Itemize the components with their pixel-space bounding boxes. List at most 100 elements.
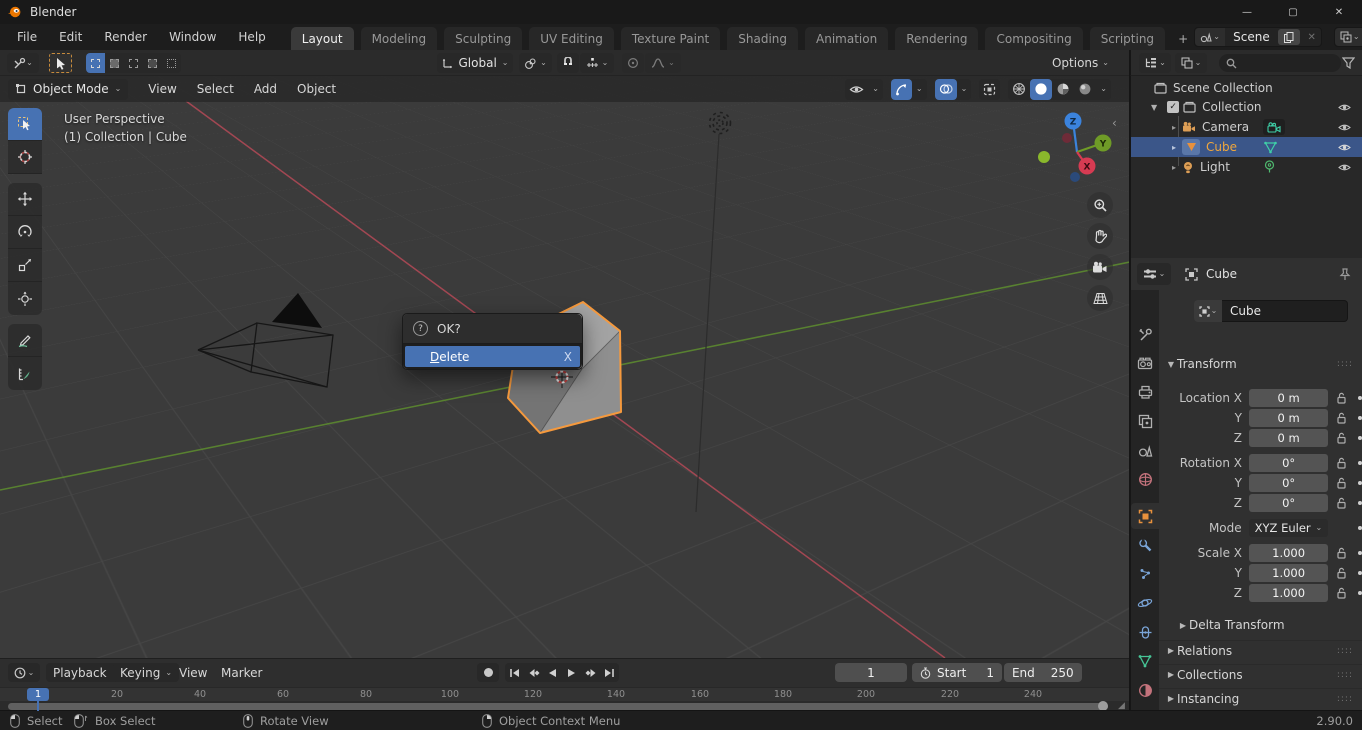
tab-texture-paint[interactable]: Texture Paint — [621, 27, 720, 50]
next-keyframe-button[interactable] — [581, 663, 600, 682]
menu-select[interactable]: Select — [187, 82, 244, 96]
tab-layout[interactable]: Layout — [291, 27, 354, 50]
pivot-point-dropdown[interactable]: ⌄ — [519, 53, 552, 73]
view-layer-browse-button[interactable]: ⌄ — [1335, 28, 1362, 46]
prev-keyframe-button[interactable] — [524, 663, 543, 682]
lock-icon[interactable] — [1336, 497, 1347, 509]
animate-dot[interactable] — [1358, 501, 1362, 505]
tool-transform[interactable] — [8, 282, 42, 315]
scale-z-field[interactable]: 1.000 — [1249, 584, 1328, 602]
camera-view-button[interactable] — [1087, 254, 1113, 280]
tab-modifiers[interactable] — [1131, 532, 1159, 558]
row-label[interactable]: Camera — [1202, 120, 1249, 134]
expand-arrow-icon[interactable]: ▸ — [1172, 143, 1176, 152]
zoom-button[interactable] — [1087, 192, 1113, 218]
light-data-icon[interactable] — [1263, 160, 1276, 174]
timeline-menu-marker[interactable]: Marker — [221, 663, 262, 682]
display-mode-dropdown[interactable]: ⌄ — [1175, 53, 1207, 73]
jump-to-end-button[interactable] — [600, 663, 619, 682]
scene-copy-button[interactable] — [1278, 29, 1300, 45]
mode-dropdown[interactable]: Object Mode ⌄ — [8, 79, 128, 100]
rotation-x-field[interactable]: 0° — [1249, 454, 1328, 472]
lock-icon[interactable] — [1336, 477, 1347, 489]
pin-icon[interactable] — [1339, 268, 1351, 281]
filter-icon[interactable] — [1342, 57, 1355, 69]
animate-dot[interactable] — [1358, 436, 1362, 440]
rotation-z-field[interactable]: 0° — [1249, 494, 1328, 512]
tab-compositing[interactable]: Compositing — [985, 27, 1082, 50]
mesh-data-icon[interactable] — [1263, 141, 1278, 154]
shading-material-button[interactable] — [1052, 79, 1074, 100]
add-workspace-button[interactable]: + — [1172, 27, 1194, 50]
transform-orientation-dropdown[interactable]: Global ⌄ — [437, 53, 513, 73]
snap-toggle-button[interactable] — [557, 53, 579, 73]
axis-neg-z-ball[interactable] — [1070, 172, 1080, 182]
tab-material[interactable] — [1131, 677, 1159, 703]
animate-dot[interactable] — [1358, 571, 1362, 575]
tab-animation[interactable]: Animation — [805, 27, 888, 50]
hide-toggle-eye-icon[interactable] — [1338, 123, 1351, 132]
axis-neg-y-ball[interactable] — [1038, 151, 1050, 163]
play-button[interactable] — [562, 663, 581, 682]
collections-panel[interactable]: ▶ Collections :::: — [1159, 664, 1362, 684]
collapse-sidebar-icon[interactable]: ‹ — [1112, 116, 1117, 130]
outliner-row-light[interactable]: ▸ Light — [1131, 157, 1362, 177]
timeline-scrollbar[interactable] — [8, 703, 1108, 710]
gizmos-dropdown[interactable]: ⌄ — [891, 79, 927, 100]
outliner-editor-type-button[interactable]: ⌄ — [1139, 53, 1171, 73]
light-object[interactable] — [696, 113, 731, 513]
options-popover-button[interactable]: Options ⌄ — [1046, 53, 1115, 73]
instancing-panel[interactable]: ▶ Instancing :::: — [1159, 688, 1362, 708]
collection-checkbox[interactable]: ✓ — [1167, 101, 1179, 113]
menu-view[interactable]: View — [138, 82, 186, 96]
tab-shading[interactable]: Shading — [727, 27, 798, 50]
overlays-dropdown[interactable]: ⌄ — [935, 79, 972, 100]
timeline-ruler[interactable]: 20 40 60 80 100 120 140 160 180 200 220 … — [0, 687, 1129, 701]
record-button[interactable] — [477, 663, 499, 682]
select-mode-invert[interactable] — [143, 53, 162, 73]
expand-arrow-icon[interactable]: ▼ — [1151, 103, 1157, 112]
search-input[interactable] — [1242, 57, 1322, 69]
tab-scripting[interactable]: Scripting — [1090, 27, 1165, 50]
axis-neg-x-ball[interactable] — [1062, 133, 1072, 143]
shading-solid-button[interactable] — [1030, 79, 1052, 100]
end-frame-field[interactable]: End 250 — [1004, 663, 1082, 682]
shading-wireframe-button[interactable] — [1008, 79, 1030, 100]
maximize-button[interactable]: ▢ — [1270, 0, 1316, 24]
drag-handle-icon[interactable]: :::: — [1337, 694, 1353, 704]
lock-icon[interactable] — [1336, 547, 1347, 559]
expand-arrow-icon[interactable]: ▸ — [1172, 163, 1176, 172]
outliner-row-cube[interactable]: ▸ Cube — [1131, 137, 1362, 157]
close-button[interactable]: ✕ — [1316, 0, 1362, 24]
outliner-row-collection[interactable]: ▼ ✓ Collection — [1131, 97, 1362, 117]
lock-icon[interactable] — [1336, 457, 1347, 469]
tool-select-box[interactable] — [8, 108, 42, 141]
lock-icon[interactable] — [1336, 432, 1347, 444]
animate-dot[interactable] — [1358, 591, 1362, 595]
scene-unlink-button[interactable]: ✕ — [1303, 32, 1321, 43]
row-label[interactable]: Light — [1200, 160, 1230, 174]
shading-rendered-button[interactable] — [1074, 79, 1096, 100]
hide-toggle-eye-icon[interactable] — [1338, 163, 1351, 172]
tab-scene[interactable] — [1131, 437, 1159, 463]
menu-window[interactable]: Window — [158, 25, 227, 49]
tool-measure[interactable] — [8, 357, 42, 390]
tool-move[interactable] — [8, 183, 42, 216]
animate-dot[interactable] — [1358, 551, 1362, 555]
menu-edit[interactable]: Edit — [48, 25, 93, 49]
location-z-field[interactable]: 0 m — [1249, 429, 1328, 447]
outliner-row-camera[interactable]: ▸ Camera — [1131, 117, 1362, 137]
tab-modeling[interactable]: Modeling — [361, 27, 438, 50]
tab-physics[interactable] — [1131, 590, 1159, 616]
row-label[interactable]: Scene Collection — [1173, 81, 1273, 95]
drag-handle-icon[interactable]: :::: — [1337, 359, 1353, 369]
timeline-editor-type-button[interactable]: ⌄ — [8, 663, 40, 682]
tab-uv-editing[interactable]: UV Editing — [529, 27, 614, 50]
tab-render[interactable] — [1131, 350, 1159, 376]
outliner-row-scene-collection[interactable]: Scene Collection — [1131, 78, 1362, 98]
tab-constraints[interactable] — [1131, 619, 1159, 645]
lock-icon[interactable] — [1336, 392, 1347, 404]
timeline-menu-view[interactable]: View — [179, 663, 207, 682]
select-mode-subtract[interactable] — [124, 53, 143, 73]
xray-toggle[interactable] — [979, 79, 1000, 100]
